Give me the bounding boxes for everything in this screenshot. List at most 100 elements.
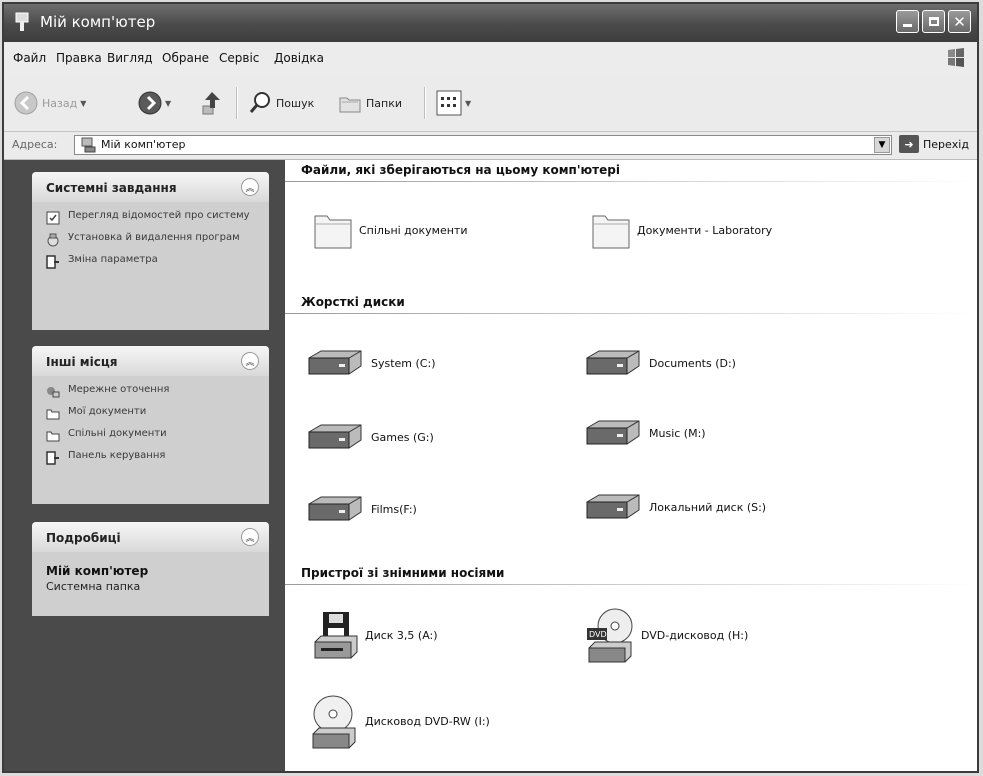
explorer-window: Мій комп'ютер ✕ Файл Правка Вигляд Обран… (2, 2, 979, 773)
menu-help[interactable]: Довідка (274, 51, 324, 65)
up-folder-icon (202, 92, 220, 115)
maximize-icon (928, 17, 939, 26)
drive-games-g[interactable]: Games (G:) (305, 422, 434, 452)
menu-view[interactable]: Вигляд (107, 51, 153, 65)
title-bar[interactable]: Мій комп'ютер ✕ (4, 4, 977, 42)
cd-drive-icon (312, 695, 356, 749)
place-control-panel[interactable]: Панель керування (46, 450, 259, 465)
views-button[interactable]: ▼ (436, 90, 471, 116)
forward-arrow-icon (138, 91, 162, 115)
toolbar-separator (424, 87, 426, 119)
search-icon (249, 92, 270, 113)
views-grid-icon (436, 90, 462, 116)
back-arrow-icon (14, 91, 38, 115)
details-panel: Подробиці ︽ Мій комп'ютер Системна папка (32, 522, 269, 616)
folder-shared-documents[interactable]: Спільні документи (313, 208, 468, 252)
content-area: Файли, які зберігаються на цьому комп'ют… (285, 160, 977, 771)
address-dropdown-button[interactable]: ▼ (874, 137, 890, 153)
task-pane: Системні завдання ︽ Перегляд відомостей … (4, 160, 285, 771)
place-my-documents[interactable]: Мої документи (46, 406, 259, 421)
collapse-icon[interactable]: ︽ (241, 178, 259, 196)
folder-icon (46, 431, 60, 442)
minimize-icon (903, 24, 912, 27)
up-folder-button[interactable] (200, 90, 224, 116)
drive-films-f[interactable]: Films(F:) (305, 494, 417, 524)
search-button[interactable]: Пошук (248, 91, 314, 115)
system-tasks-panel: Системні завдання ︽ Перегляд відомостей … (32, 172, 269, 330)
drive-system-c[interactable]: System (C:) (305, 348, 436, 378)
place-network[interactable]: Мережне оточення (46, 384, 259, 399)
system-tasks-header[interactable]: Системні завдання ︽ (32, 172, 269, 202)
drive-dvd-h[interactable]: DVD DVD-дисковод (H:) (585, 606, 748, 664)
forward-button[interactable]: ▼ (138, 91, 171, 115)
hard-drive-icon (586, 494, 640, 519)
task-view-system-info[interactable]: Перегляд відомостей про систему (46, 210, 259, 225)
dvd-drive-icon: DVD (587, 608, 633, 663)
maximize-button[interactable] (922, 10, 945, 33)
place-shared-documents[interactable]: Спільні документи (46, 428, 259, 443)
windows-logo-icon (948, 48, 964, 67)
collapse-icon[interactable]: ︽ (241, 352, 259, 370)
hard-drive-icon (308, 424, 362, 449)
drive-dvd-rw-i[interactable]: Дисковод DVD-RW (I:) (309, 692, 490, 750)
chevron-down-icon: ▼ (80, 98, 87, 108)
group-header-stored-files: Файли, які зберігаються на цьому комп'ют… (301, 163, 620, 177)
collapse-icon[interactable]: ︽ (241, 528, 259, 546)
floppy-drive-icon (314, 612, 358, 659)
close-button[interactable]: ✕ (948, 10, 971, 33)
my-computer-icon (15, 12, 29, 31)
address-label: Адреса: (12, 138, 58, 151)
details-item-name: Мій комп'ютер (46, 564, 149, 578)
other-places-header[interactable]: Інші місця ︽ (32, 346, 269, 376)
group-divider (285, 313, 977, 314)
menu-edit[interactable]: Правка (56, 51, 102, 65)
minimize-button[interactable] (896, 10, 919, 33)
address-bar: Адреса: Мій комп'ютер ▼ ➜ Перехід (4, 132, 977, 160)
folders-button[interactable]: Папки (338, 91, 402, 115)
details-header[interactable]: Подробиці ︽ (32, 522, 269, 552)
network-icon (47, 387, 60, 398)
info-icon (46, 211, 60, 225)
folder-documents-laboratory[interactable]: Документи - Laboratory (591, 208, 772, 252)
drive-music-m[interactable]: Music (M:) (583, 418, 706, 448)
task-add-remove-programs[interactable]: Установка й видалення програм (46, 232, 259, 247)
task-change-setting[interactable]: Зміна параметра (46, 254, 259, 269)
address-input[interactable]: Мій комп'ютер ▼ (74, 135, 892, 155)
my-computer-icon (81, 137, 96, 153)
hard-drive-icon (586, 420, 640, 445)
drive-local-s[interactable]: Локальний диск (S:) (583, 492, 766, 522)
install-remove-icon (47, 233, 59, 247)
details-item-type: Системна папка (46, 580, 141, 593)
toolbar-separator (236, 87, 238, 119)
menu-tools[interactable]: Сервіс (219, 51, 259, 65)
group-header-removable: Пристрої зі знімними носіями (301, 566, 505, 580)
group-header-hard-drives: Жорсткі диски (301, 295, 405, 309)
close-icon: ✕ (953, 12, 966, 31)
drive-floppy-a[interactable]: Диск 3,5 (A:) (313, 610, 438, 660)
control-panel-icon (46, 255, 59, 269)
group-divider (285, 584, 977, 585)
chevron-down-icon: ▼ (465, 98, 472, 108)
svg-text:DVD: DVD (589, 630, 607, 639)
chevron-down-icon: ▼ (165, 98, 172, 108)
hard-drive-icon (308, 350, 362, 375)
group-divider (285, 181, 977, 182)
toolbar: Назад ▼ ▼ Пошук Папки ▼ (4, 75, 977, 132)
menu-bar: Файл Правка Вигляд Обране Сервіс Довідка (4, 42, 977, 76)
menu-favorites[interactable]: Обране (162, 51, 209, 65)
folder-icon (592, 215, 630, 249)
folder-icon (46, 409, 60, 420)
control-panel-icon (46, 451, 59, 465)
go-arrow-icon: ➜ (899, 135, 919, 153)
hard-drive-icon (586, 350, 640, 375)
hard-drive-icon (308, 496, 362, 521)
folders-icon (339, 97, 361, 113)
window-title: Мій комп'ютер (40, 13, 156, 31)
back-button[interactable]: Назад ▼ (14, 91, 86, 115)
chevron-down-icon: ▼ (878, 140, 886, 150)
drive-documents-d[interactable]: Documents (D:) (583, 348, 736, 378)
other-places-panel: Інші місця ︽ Мережне оточення Мої докуме… (32, 346, 269, 504)
menu-file[interactable]: Файл (13, 51, 46, 65)
folder-icon (314, 215, 352, 249)
go-button[interactable]: ➜ Перехід (899, 135, 969, 153)
